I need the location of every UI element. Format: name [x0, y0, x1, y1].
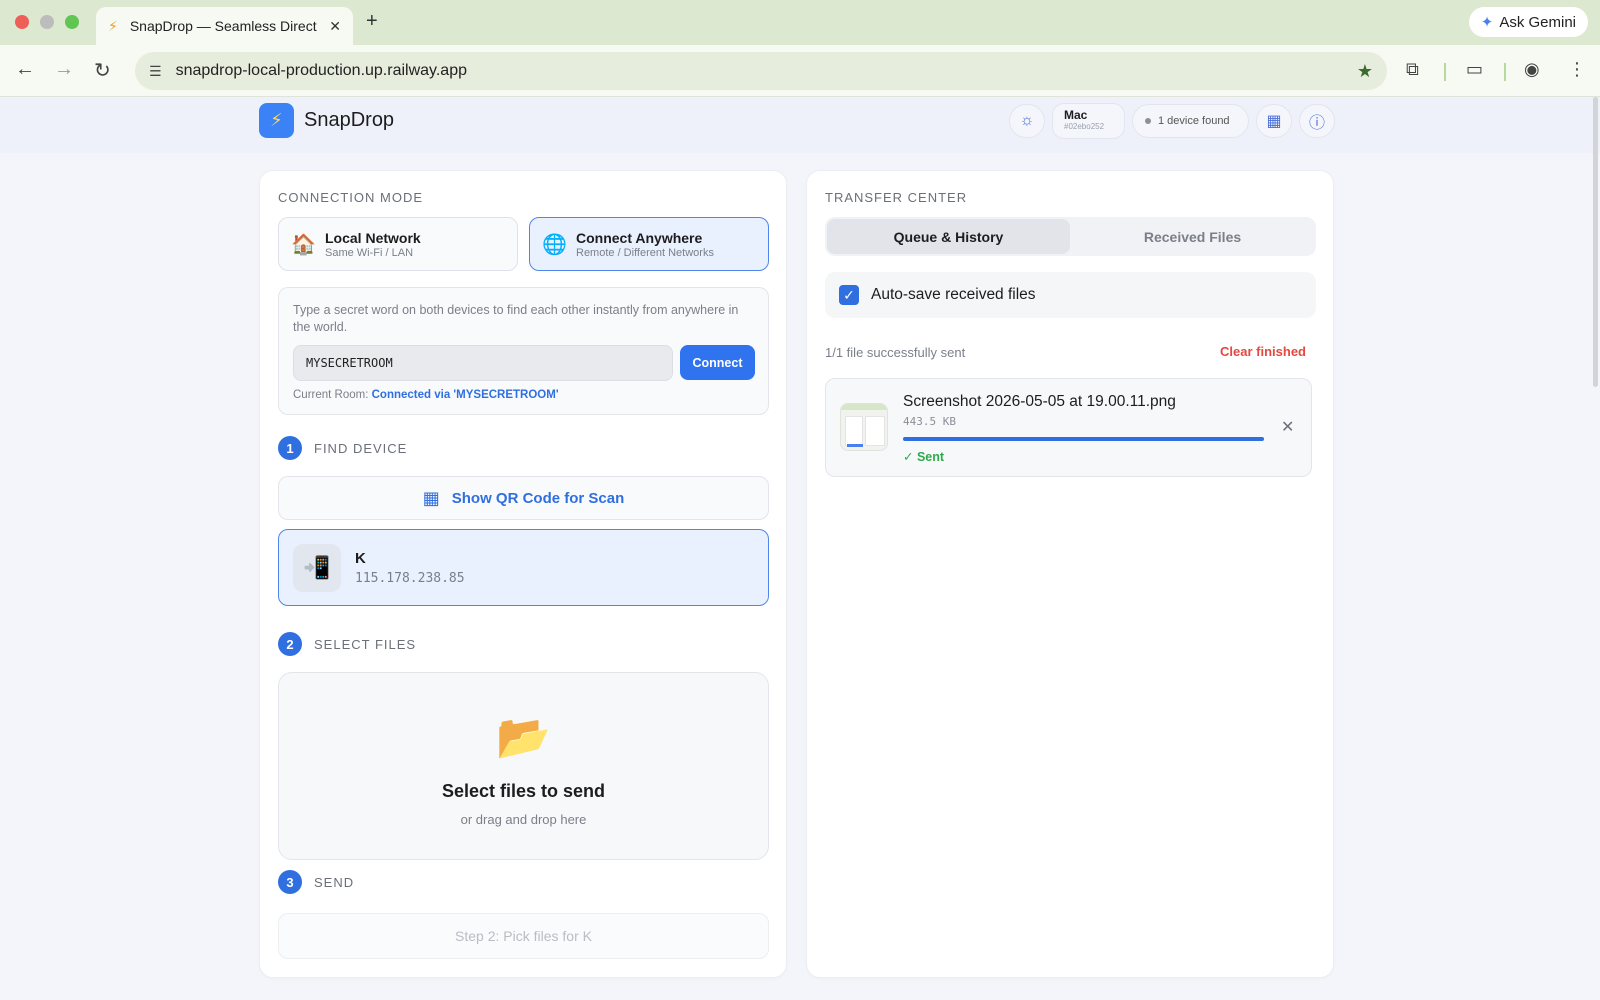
sender-panel: CONNECTION MODE 🏠 Local Network Same Wi-… — [259, 170, 787, 978]
transfer-tabs: Queue & History Received Files — [825, 217, 1316, 256]
app-logo-icon: ⚡ — [259, 103, 294, 138]
autosave-toggle[interactable]: ✓ Auto-save received files — [825, 272, 1316, 318]
mode-label: Local Network — [325, 229, 421, 246]
step-number: 3 — [278, 870, 302, 894]
dropzone-title: Select files to send — [441, 781, 606, 801]
peer-ip: 115.178.238.85 — [355, 570, 465, 586]
mode-sublabel: Same Wi-Fi / LAN — [325, 246, 414, 259]
file-status: ✓ Sent — [903, 450, 945, 464]
url-text: snapdrop-local-production.up.railway.app — [175, 62, 467, 79]
connection-mode-title: CONNECTION MODE — [278, 190, 423, 205]
info-icon[interactable]: ⓘ — [1299, 104, 1335, 138]
remove-file-icon[interactable]: ✕ — [1281, 417, 1294, 437]
device-count-badge: 1 device found — [1132, 104, 1249, 138]
room-code-input[interactable]: MYSECRETROOM — [293, 345, 673, 381]
current-room-label: Current Room: — [293, 389, 369, 401]
address-bar[interactable]: ☰ snapdrop-local-production.up.railway.a… — [135, 52, 1387, 90]
dropzone-subtitle: or drag and drop here — [460, 812, 587, 827]
room-box: Type a secret word on both devices to fi… — [278, 287, 769, 415]
mode-label: Connect Anywhere — [576, 229, 703, 246]
step-label: FIND DEVICE — [314, 440, 408, 456]
transfer-item: Screenshot 2026-05-05 at 19.00.11.png 44… — [825, 378, 1312, 477]
current-room-value: Connected via 'MYSECRETROOM' — [371, 389, 559, 401]
file-name: Screenshot 2026-05-05 at 19.00.11.png — [903, 393, 1176, 410]
app-name: SnapDrop — [304, 109, 395, 131]
tab-search-icon[interactable]: ▭ — [1466, 59, 1483, 80]
step-number: 2 — [278, 632, 302, 656]
tab-close-icon[interactable]: ✕ — [329, 18, 341, 35]
mode-connect-anywhere[interactable]: 🌐 Connect Anywhere Remote / Different Ne… — [529, 217, 769, 271]
connect-button[interactable]: Connect — [680, 345, 755, 380]
tab-queue-history[interactable]: Queue & History — [827, 219, 1070, 254]
browser-tab[interactable]: ⚡ SnapDrop — Seamless Direct ✕ — [96, 7, 353, 45]
mode-sublabel: Remote / Different Networks — [576, 246, 714, 259]
extensions-icon[interactable]: ⧉ — [1406, 59, 1419, 80]
file-size: 443.5 KB — [903, 415, 956, 428]
back-arrow-icon[interactable]: ← — [15, 58, 35, 81]
checkbox-checked-icon[interactable]: ✓ — [839, 285, 859, 305]
grid-view-icon[interactable]: ▦ — [1256, 104, 1292, 138]
app-header: ⚡ SnapDrop ☼ Mac #02ebo252 1 device foun… — [0, 97, 1600, 153]
step-number: 1 — [278, 436, 302, 460]
step-send: 3 SEND — [278, 870, 354, 894]
more-menu-icon[interactable]: ⋮ — [1568, 59, 1586, 80]
device-count-label: 1 device found — [1158, 115, 1230, 127]
toolbar-divider — [1444, 63, 1446, 81]
clear-finished-button[interactable]: Clear finished — [1220, 344, 1306, 359]
mobile-device-icon: 📲 — [293, 543, 341, 592]
my-device-pill[interactable]: Mac #02ebo252 — [1052, 103, 1125, 139]
tab-title: SnapDrop — Seamless Direct — [129, 18, 317, 34]
browser-tab-bar: ⚡ SnapDrop — Seamless Direct ✕ + ✦ Ask G… — [0, 0, 1600, 45]
forward-arrow-icon[interactable]: → — [54, 58, 74, 81]
step-label: SEND — [314, 874, 355, 890]
show-qr-button[interactable]: ▦ Show QR Code for Scan — [278, 476, 769, 520]
sent-count: 1/1 file successfully sent — [825, 345, 966, 360]
file-thumbnail — [840, 403, 888, 451]
globe-icon: 🌐 — [542, 233, 567, 256]
step-find-device: 1 FIND DEVICE — [278, 436, 407, 460]
window-zoom-button[interactable] — [65, 15, 79, 29]
page-scrollbar[interactable] — [1593, 97, 1598, 387]
site-info-icon[interactable]: ☰ — [149, 63, 162, 80]
theme-toggle-sun-icon[interactable]: ☼ — [1009, 104, 1045, 138]
profile-avatar-icon[interactable]: ◉ — [1524, 59, 1540, 80]
step-select-files: 2 SELECT FILES — [278, 632, 416, 656]
my-device-name: Mac — [1064, 108, 1088, 122]
house-icon: 🏠 — [291, 233, 316, 256]
qr-grid-icon: ▦ — [422, 487, 440, 508]
peer-device-card[interactable]: 📲 K 115.178.238.85 — [278, 529, 769, 606]
my-device-id: #02ebo252 — [1064, 122, 1105, 131]
window-close-button[interactable] — [15, 15, 29, 29]
transfer-center-title: TRANSFER CENTER — [825, 190, 968, 205]
room-description: Type a secret word on both devices to fi… — [293, 303, 739, 334]
file-dropzone[interactable]: 📂 Select files to send or drag and drop … — [278, 672, 769, 860]
mode-local-network[interactable]: 🏠 Local Network Same Wi-Fi / LAN — [278, 217, 518, 271]
bolt-icon: ⚡ — [108, 17, 118, 34]
status-dot-icon — [1145, 118, 1151, 124]
send-button[interactable]: Step 2: Pick files for K — [278, 913, 769, 959]
tab-received-files[interactable]: Received Files — [1071, 219, 1314, 254]
peer-name: K — [355, 549, 366, 567]
progress-fill — [903, 437, 1264, 441]
step-label: SELECT FILES — [314, 636, 417, 652]
current-room-status: Current Room: Connected via 'MYSECRETROO… — [293, 389, 559, 401]
transfer-panel: TRANSFER CENTER Queue & History Received… — [806, 170, 1334, 978]
ask-gemini-label: Ask Gemini — [1499, 13, 1576, 31]
toolbar-divider — [1504, 63, 1506, 81]
show-qr-label: Show QR Code for Scan — [451, 489, 625, 507]
ask-gemini-button[interactable]: ✦ Ask Gemini — [1468, 7, 1588, 37]
gemini-sparkle-icon: ✦ — [1480, 14, 1494, 31]
bookmark-star-icon[interactable]: ★ — [1357, 61, 1373, 82]
folder-icon: 📂 — [496, 713, 551, 762]
reload-icon[interactable]: ↻ — [94, 58, 111, 83]
new-tab-button[interactable]: + — [366, 10, 378, 33]
browser-toolbar: ← → ↻ ☰ snapdrop-local-production.up.rai… — [0, 45, 1600, 97]
progress-bar — [903, 437, 1264, 441]
autosave-label: Auto-save received files — [871, 286, 1036, 303]
window-minimize-button[interactable] — [40, 15, 54, 29]
